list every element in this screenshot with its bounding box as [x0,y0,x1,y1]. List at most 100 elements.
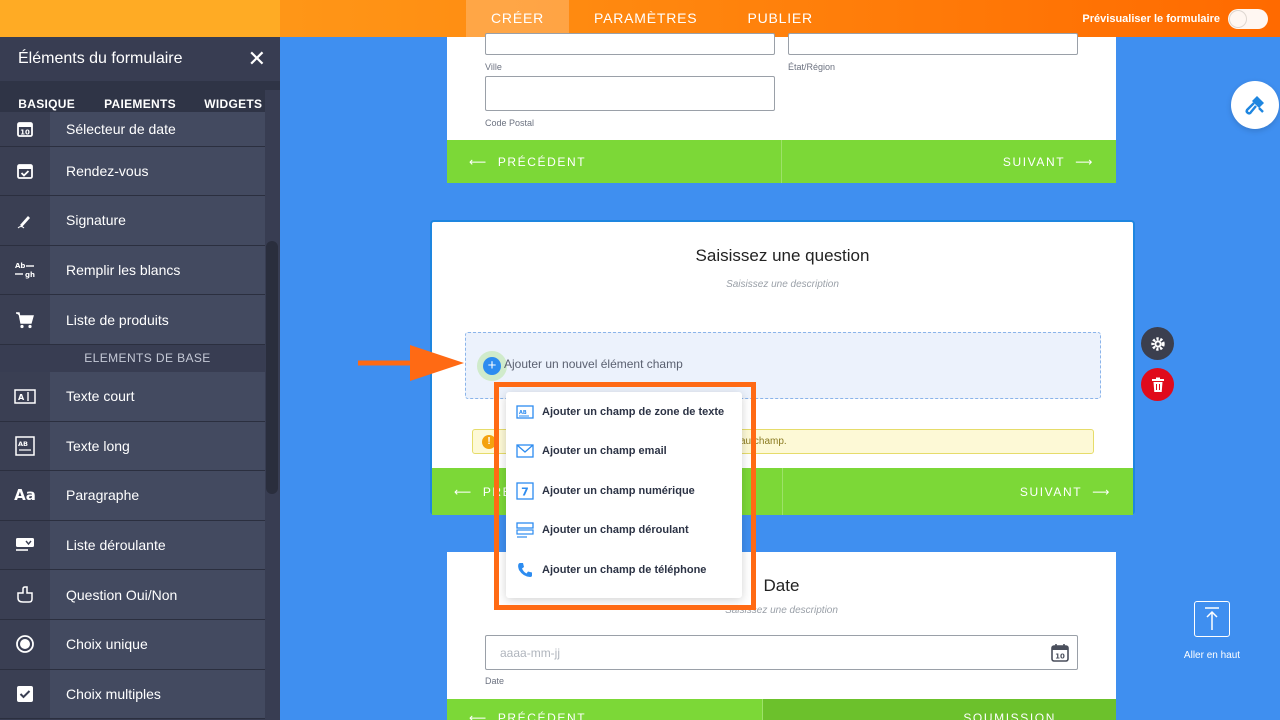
top-bar: CRÉER PARAMÈTRES PUBLIER Prévisualiser l… [0,0,1280,37]
date-placeholder: aaaa-mm-jj [500,646,561,660]
yes-no-icon [0,570,50,619]
sidebar-item-signature[interactable]: Signature [0,196,265,246]
paragraph-icon: Aa [0,471,50,520]
logo-area [0,0,280,37]
date-sublabel: Date [485,676,505,686]
zip-input[interactable] [485,76,775,111]
address-card: Ville État/Région Code Postal ⟵ PRÉCÉDEN… [447,33,1116,183]
sidebar-item-date-picker[interactable]: 10 Sélecteur de date [0,112,265,147]
top-tabs: CRÉER PARAMÈTRES PUBLIER [466,0,838,37]
fill-blanks-icon: Ab gh [0,245,50,295]
sidebar-item-product-list[interactable]: Liste de produits [0,295,265,345]
sidebar-item-label: Question Oui/Non [66,586,178,603]
calendar-check-icon [0,146,50,196]
sidebar-header: Éléments du formulaire ✕ [0,37,280,81]
dropdown-list-icon [0,520,50,570]
tab-publish[interactable]: PUBLIER [722,0,838,37]
svg-text:A: A [18,393,25,402]
sidebar-item-dropdown-list[interactable]: Liste déroulante [0,520,265,571]
sidebar-item-long-text[interactable]: AB Texte long [0,421,265,472]
preview-control: Prévisualiser le formulaire [1082,0,1268,37]
state-input[interactable] [788,33,1078,55]
next-button[interactable]: SUIVANT ⟶ [783,468,1133,515]
question-description[interactable]: Saisissez une description [432,279,1133,290]
calendar-icon[interactable]: 10 [1051,643,1069,667]
preview-toggle[interactable] [1228,8,1268,29]
city-input[interactable] [485,33,775,55]
sidebar-item-label: Texte long [66,437,130,454]
form-elements-sidebar: Éléments du formulaire ✕ BASIQUE PAIEMEN… [0,37,280,720]
paint-roller-icon [1245,96,1264,115]
state-label: État/Région [788,62,836,72]
arrow-left-icon: ⟵ [469,154,488,169]
delete-button[interactable] [1141,368,1174,401]
sidebar-item-yes-no[interactable]: Question Oui/Non [0,570,265,620]
sidebar-item-label: Remplir les blancs [66,262,181,279]
sidebar-item-fill-blanks[interactable]: Ab gh Remplir les blancs [0,245,265,296]
sidebar-item-label: Texte court [66,388,135,405]
tab-create[interactable]: CRÉER [466,0,570,37]
cart-icon [0,295,50,344]
annotation-arrow-icon [358,345,464,381]
svg-text:AB: AB [18,440,28,448]
sidebar-item-label: Liste déroulante [66,537,166,554]
checkbox-icon [0,669,50,719]
close-icon[interactable]: ✕ [248,48,266,70]
designer-button[interactable] [1231,81,1279,129]
sidebar-item-label: Choix unique [66,636,148,653]
toggle-knob [1230,10,1246,27]
arrow-right-icon: ⟶ [1092,484,1111,499]
sidebar-item-label: Sélecteur de date [66,120,176,137]
arrow-left-icon: ⟵ [469,711,488,720]
arrow-left-icon: ⟵ [454,484,473,499]
sidebar-item-multiple-choice[interactable]: Choix multiples [0,669,265,720]
go-top-button[interactable] [1194,601,1230,637]
previous-button[interactable]: ⟵ PRÉCÉDENT [447,140,782,183]
settings-button[interactable] [1141,327,1174,360]
sidebar-item-paragraph[interactable]: Aa Paragraphe [0,471,265,521]
svg-text:gh: gh [25,271,35,279]
arrow-right-icon: ⟶ [1075,154,1094,169]
submit-button[interactable]: SOUMISSION [763,699,1116,720]
previous-label: PRÉCÉDENT [497,711,587,720]
sidebar-item-label: Signature [66,212,126,229]
svg-text:10: 10 [20,128,30,136]
page-nav: ⟵ PRÉCÉDENT SOUMISSION [447,699,1116,720]
go-top-label: Aller en haut [1183,650,1241,661]
sidebar-title: Éléments du formulaire [18,50,183,67]
trash-icon [1151,377,1164,392]
radio-icon [0,619,50,669]
previous-label: PRÉCÉDENT [497,154,587,169]
gear-icon [1150,336,1165,351]
page-nav: ⟵ PRÉCÉDENT SUIVANT ⟶ [447,140,1116,183]
sidebar-item-single-choice[interactable]: Choix unique [0,619,265,670]
date-input[interactable]: aaaa-mm-jj 10 [485,635,1078,670]
sidebar-element-list: 10 Sélecteur de date Rendez-vous Signatu… [0,112,265,720]
pen-signature-icon [0,196,50,245]
submit-label: SOUMISSION [963,711,1056,720]
add-field-label: Ajouter un nouvel élément champ [504,357,683,371]
svg-text:10: 10 [1055,653,1065,661]
question-title[interactable]: Saisissez une question [432,246,1133,266]
zip-label: Code Postal [485,118,535,128]
short-text-icon: A [0,371,50,421]
city-label: Ville [485,62,502,72]
sidebar-item-short-text[interactable]: A Texte court [0,371,265,422]
sidebar-item-label: Liste de produits [66,311,169,328]
annotation-highlight-box [494,382,756,610]
next-button[interactable]: SUIVANT ⟶ [782,140,1116,183]
previous-button[interactable]: ⟵ PRÉCÉDENT [447,699,763,720]
sidebar-scrollbar[interactable] [266,241,278,494]
tab-settings[interactable]: PARAMÈTRES [569,0,722,37]
svg-text:Ab: Ab [15,262,25,270]
next-label: SUIVANT [1019,484,1083,499]
sidebar-item-label: Paragraphe [66,487,140,504]
plus-icon[interactable]: + [483,357,501,375]
preview-label: Prévisualiser le formulaire [1082,12,1220,25]
long-text-icon: AB [0,421,50,471]
section-basic-elements: ELEMENTS DE BASE [0,344,265,372]
sidebar-item-appointment[interactable]: Rendez-vous [0,146,265,197]
arrow-up-icon [1205,607,1219,630]
calendar-date-icon: 10 [0,112,50,146]
sidebar-item-label: Rendez-vous [66,162,149,179]
